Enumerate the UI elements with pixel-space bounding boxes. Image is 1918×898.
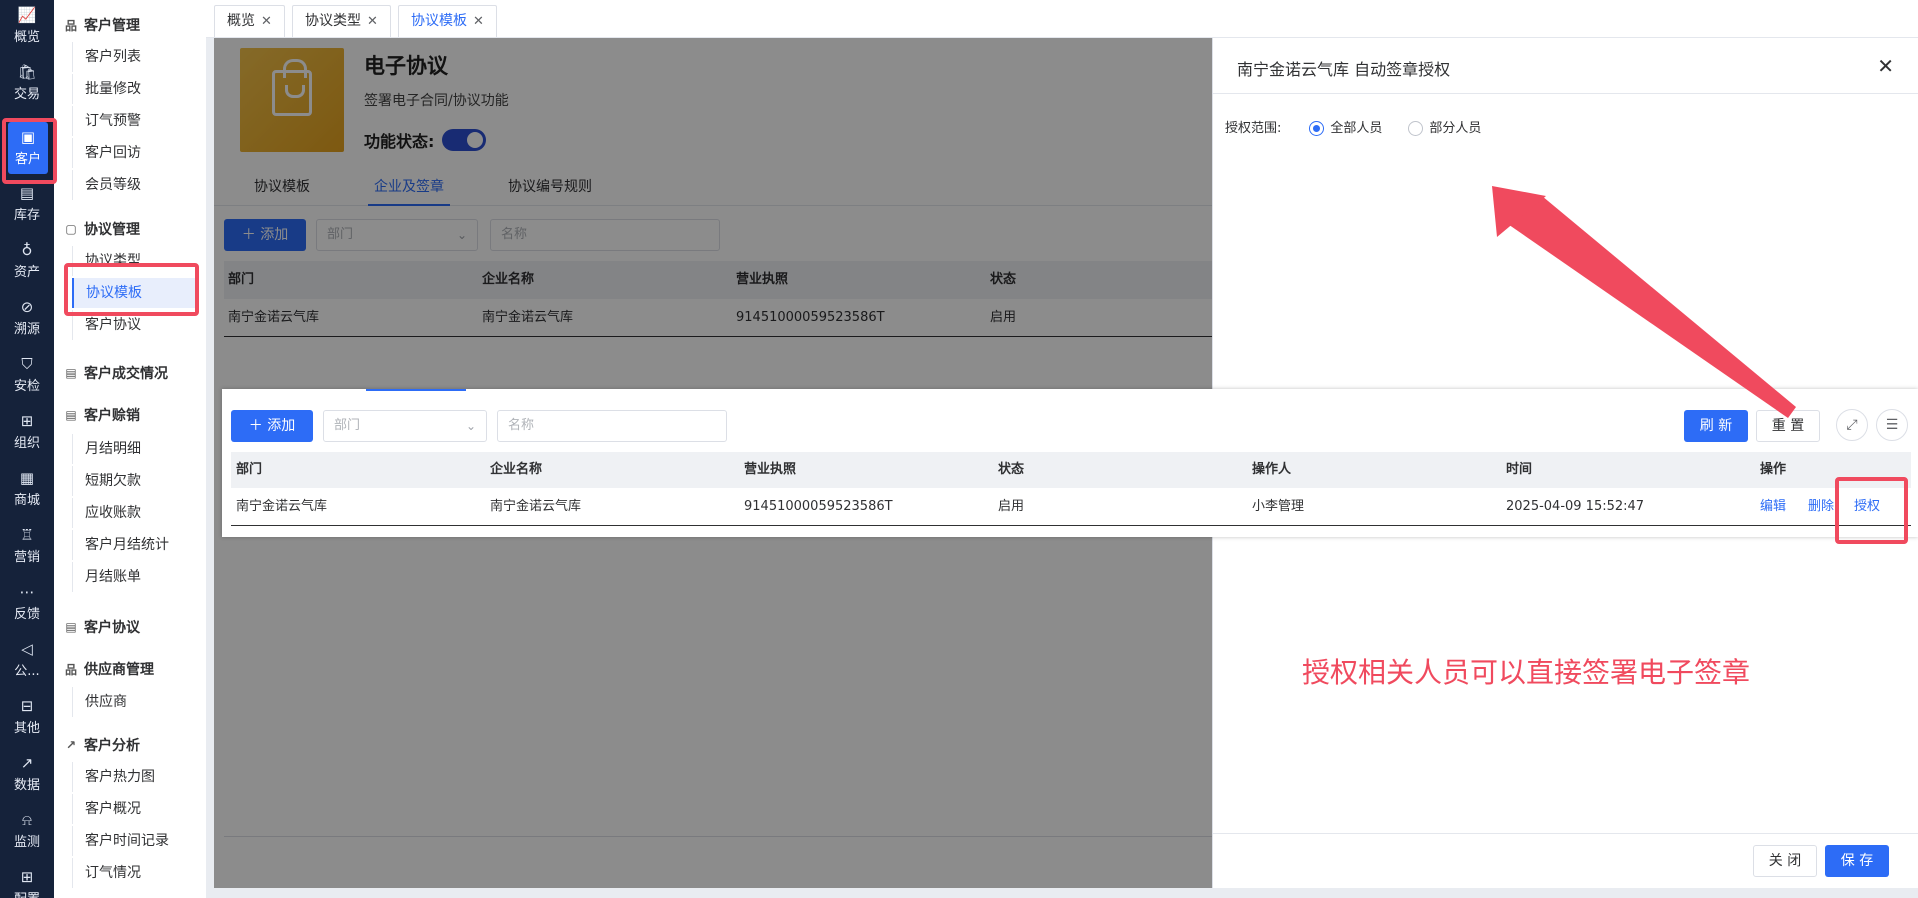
- arrow-shaft: [1494, 188, 1796, 418]
- annotation-arrow: [1492, 186, 1796, 418]
- annotation-text: 授权相关人员可以直接签署电子签章: [1302, 656, 1751, 689]
